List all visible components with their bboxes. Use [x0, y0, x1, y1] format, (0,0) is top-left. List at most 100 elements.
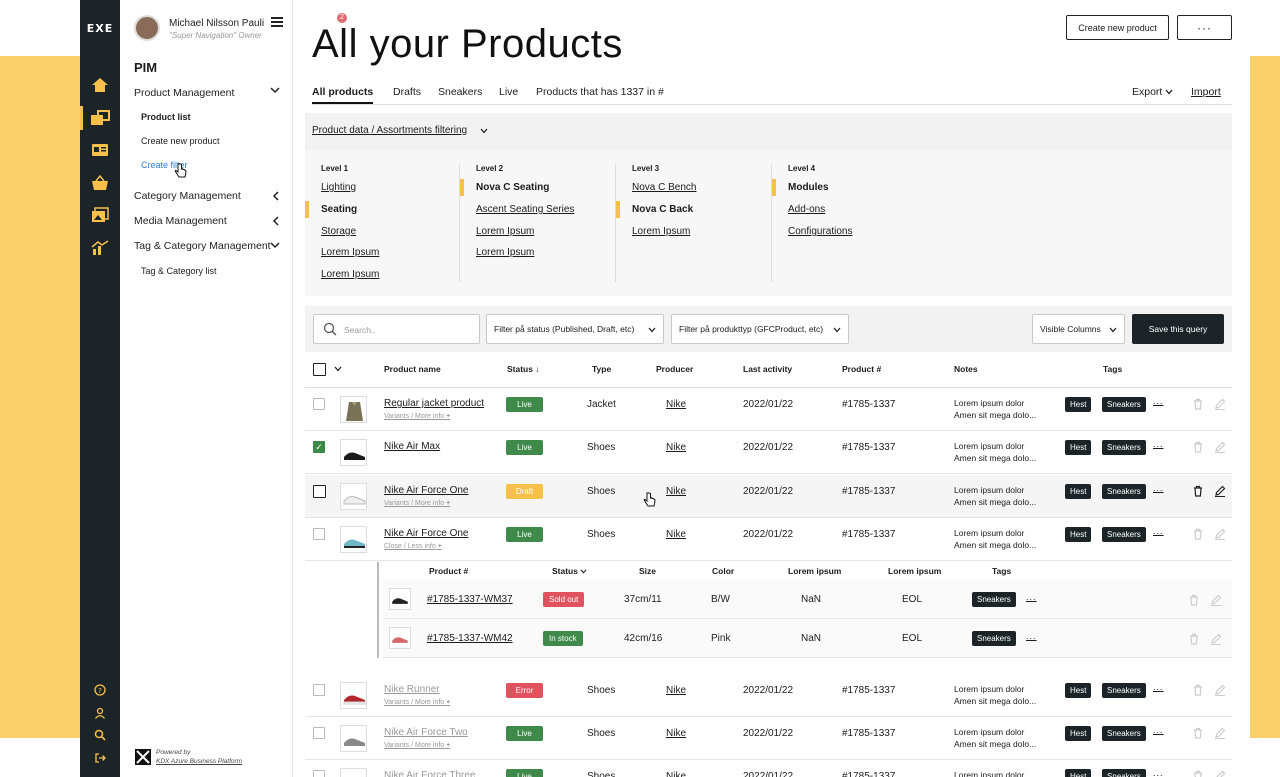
product-name-link[interactable]: Nike Air Force Three — [384, 770, 476, 777]
trash-icon[interactable] — [1188, 593, 1200, 611]
tag-chip[interactable]: Sneakers — [1102, 484, 1146, 499]
level-item[interactable]: Storage — [321, 226, 356, 237]
level-item[interactable]: Add-ons — [788, 204, 825, 215]
col-tags[interactable]: Tags — [1103, 364, 1122, 374]
table-row[interactable]: Nike Runner Variants / More info + Error Sh… — [305, 674, 1232, 717]
more-tags-link[interactable]: ... — [1153, 725, 1164, 735]
tag-chip[interactable]: Hest — [1065, 683, 1092, 698]
nav-product-list[interactable]: Product list — [141, 112, 191, 122]
level-item[interactable]: Ascent Seating Series — [476, 204, 574, 215]
products-icon[interactable] — [80, 104, 120, 132]
tag-chip[interactable]: Hest — [1065, 484, 1092, 499]
more-options-button[interactable]: ··· — [1177, 15, 1232, 40]
level-item[interactable]: Lorem Ipsum — [476, 247, 534, 258]
tag-chip[interactable]: Hest — [1065, 397, 1092, 412]
trash-icon[interactable] — [1192, 527, 1204, 545]
table-row[interactable]: Nike Air Force Two Variants / More info +… — [305, 717, 1232, 760]
variant-col-status[interactable]: Status — [552, 566, 587, 576]
col-product-name[interactable]: Product name — [384, 364, 441, 374]
more-tags-link[interactable]: ... — [1153, 396, 1164, 406]
row-checkbox[interactable] — [313, 684, 325, 696]
edit-icon[interactable] — [1214, 397, 1226, 415]
edit-icon[interactable] — [1214, 440, 1226, 458]
nav-create-new-product[interactable]: Create new product — [141, 136, 220, 146]
logout-icon[interactable] — [80, 744, 120, 772]
producer-link[interactable]: Nike — [666, 685, 686, 696]
save-query-button[interactable]: Save this query — [1132, 314, 1224, 344]
row-checkbox[interactable] — [313, 770, 325, 777]
select-all-checkbox[interactable] — [313, 363, 326, 376]
row-checkbox[interactable] — [313, 727, 325, 739]
tag-chip[interactable]: Sneakers — [972, 631, 1016, 646]
import-link[interactable]: Import — [1191, 86, 1221, 98]
edit-icon[interactable] — [1214, 683, 1226, 701]
producer-link[interactable]: Nike — [666, 529, 686, 540]
table-row[interactable]: Nike Air Force One Variants / More info +… — [305, 475, 1232, 518]
tag-chip[interactable]: Sneakers — [1102, 397, 1146, 412]
home-icon[interactable] — [80, 71, 120, 99]
analytics-icon[interactable] — [80, 234, 120, 262]
nav-tag-category-list[interactable]: Tag & Category list — [141, 266, 217, 276]
tag-chip[interactable]: Hest — [1065, 440, 1092, 455]
level-item-selected[interactable]: Seating — [321, 204, 357, 215]
product-name-link[interactable]: Nike Air Force One — [384, 485, 468, 496]
variants-link[interactable]: Variants / More info + — [384, 500, 450, 507]
trash-icon[interactable] — [1192, 397, 1204, 415]
col-notes[interactable]: Notes — [954, 364, 978, 374]
tab-live[interactable]: Live — [499, 86, 518, 98]
export-dropdown[interactable]: Export — [1132, 86, 1173, 98]
tab-all-products[interactable]: All products — [312, 86, 374, 104]
status-filter-dropdown[interactable]: Filter på status (Published, Draft, etc) — [486, 314, 664, 344]
edit-icon[interactable] — [1210, 632, 1222, 650]
trash-icon[interactable] — [1192, 683, 1204, 701]
more-tags-link[interactable]: ... — [1153, 483, 1164, 493]
level-item-selected[interactable]: Nova C Seating — [476, 182, 549, 193]
filter-title[interactable]: Product data / Assortments filtering — [312, 125, 467, 136]
variant-number-link[interactable]: #1785-1337-WM37 — [427, 594, 513, 605]
more-tags-link[interactable]: ... — [1026, 592, 1037, 602]
producer-link[interactable]: Nike — [666, 486, 686, 497]
variant-number-link[interactable]: #1785-1337-WM42 — [427, 633, 513, 644]
product-name-link[interactable]: Regular jacket product — [384, 398, 484, 409]
variant-row[interactable]: #1785-1337-WM37 Sold out 37cm/11 B/W NaN EOL S… — [383, 580, 1232, 619]
nav-category-management[interactable]: Category Management — [134, 190, 241, 202]
chevron-down-icon[interactable] — [270, 86, 280, 97]
product-name-link[interactable]: Nike Runner — [384, 684, 440, 695]
product-name-link[interactable]: Nike Air Max — [384, 441, 440, 452]
trash-icon[interactable] — [1188, 632, 1200, 650]
level-item[interactable]: Nova C Bench — [632, 182, 696, 193]
more-tags-link[interactable]: ... — [1153, 526, 1164, 536]
level-item[interactable]: Lorem Ipsum — [321, 269, 379, 280]
basket-icon[interactable] — [80, 169, 120, 197]
col-type[interactable]: Type — [592, 364, 611, 374]
platform-link[interactable]: KDX Azure Business Platform — [156, 758, 242, 765]
variants-link[interactable]: Close / Less info + — [384, 543, 442, 550]
tag-chip[interactable]: Hest — [1065, 769, 1092, 777]
level-item[interactable]: Lighting — [321, 182, 356, 193]
chevron-left-icon[interactable] — [272, 191, 280, 204]
variants-link[interactable]: Variants / More info + — [384, 699, 450, 706]
level-item[interactable]: Lorem Ipsum — [321, 247, 379, 258]
trash-icon[interactable] — [1192, 440, 1204, 458]
col-producer[interactable]: Producer — [656, 364, 693, 374]
app-logo[interactable]: EXE — [84, 22, 116, 35]
producer-link[interactable]: Nike — [666, 728, 686, 739]
col-product-number[interactable]: Product # — [842, 364, 881, 374]
tag-chip[interactable]: Sneakers — [1102, 440, 1146, 455]
edit-icon[interactable] — [1214, 527, 1226, 545]
avatar[interactable]: 2 — [134, 13, 347, 41]
level-item[interactable]: Configurations — [788, 226, 852, 237]
table-row[interactable]: Nike Air Force One Close / Less info + Liv… — [305, 518, 1232, 561]
create-new-product-button[interactable]: Create new product — [1066, 15, 1169, 40]
tag-chip[interactable]: Sneakers — [972, 592, 1016, 607]
tab-sneakers[interactable]: Sneakers — [438, 86, 482, 98]
edit-icon[interactable] — [1214, 726, 1226, 744]
nav-tag-category-management[interactable]: Tag & Category Management — [134, 240, 271, 252]
type-filter-dropdown[interactable]: Filter på produkttyp (GFCProduct, etc) — [671, 314, 849, 344]
tag-chip[interactable]: Hest — [1065, 726, 1092, 741]
tag-chip[interactable]: Sneakers — [1102, 683, 1146, 698]
tab-products-1337[interactable]: Products that has 1337 in # — [536, 86, 664, 98]
producer-link[interactable]: Nike — [666, 442, 686, 453]
more-tags-link[interactable]: ... — [1153, 682, 1164, 692]
tag-chip[interactable]: Sneakers — [1102, 769, 1146, 777]
